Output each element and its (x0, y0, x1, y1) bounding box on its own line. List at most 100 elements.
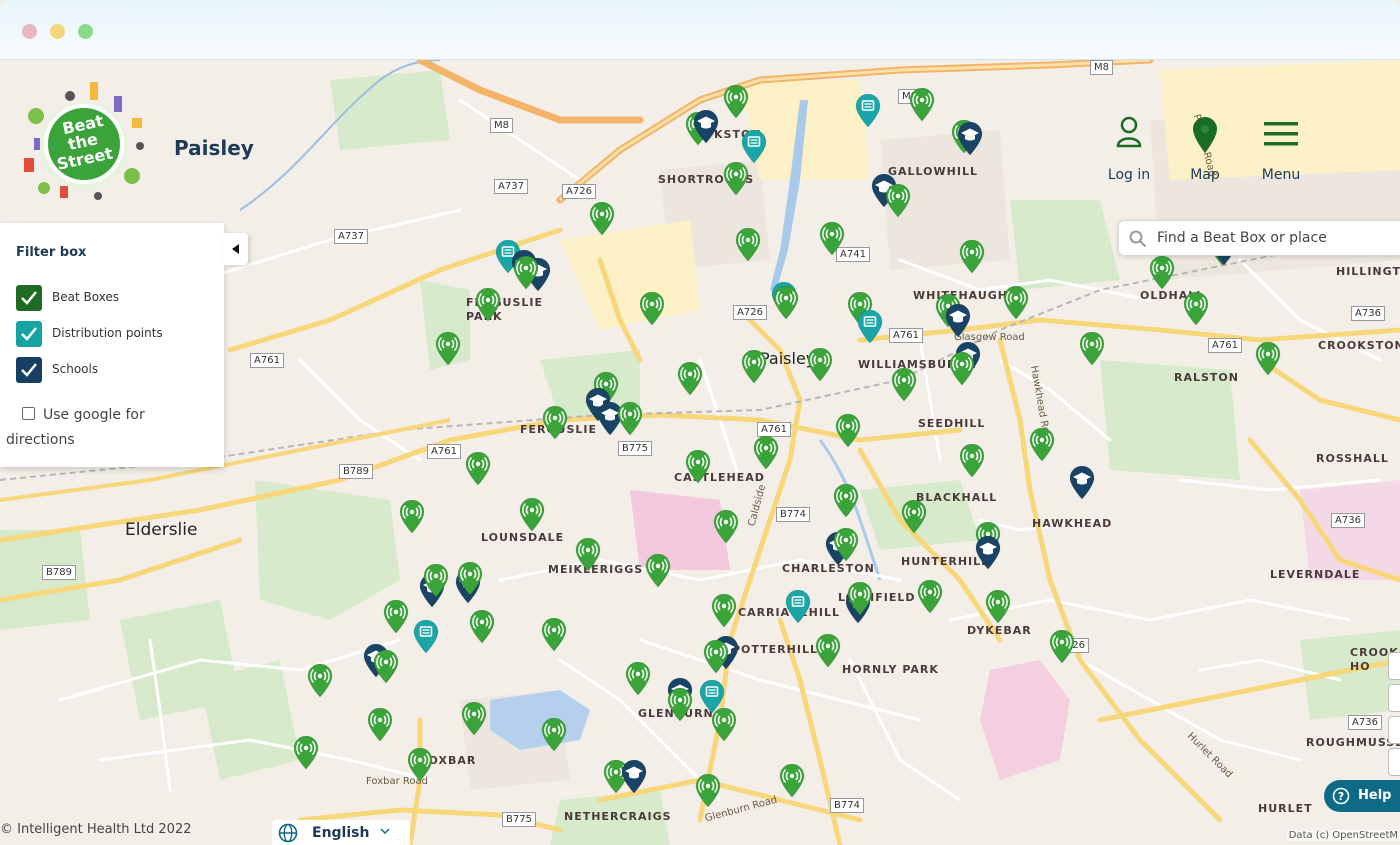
broadcast-icon (711, 594, 737, 628)
map-button[interactable]: Map (1170, 112, 1240, 187)
beat-box-marker[interactable] (779, 764, 805, 798)
beat-box-marker[interactable] (639, 292, 665, 326)
school-marker[interactable] (693, 110, 719, 144)
checkbox-beat-boxes[interactable] (16, 285, 42, 311)
beat-box-marker[interactable] (475, 288, 501, 322)
beat-box-marker[interactable] (909, 88, 935, 122)
compass-button[interactable] (1388, 748, 1400, 776)
tilt-button[interactable] (1388, 716, 1400, 744)
distribution-point-marker[interactable] (855, 94, 881, 128)
beat-box-marker[interactable] (617, 402, 643, 436)
beat-box-marker[interactable] (835, 414, 861, 448)
beat-box-marker[interactable] (575, 538, 601, 572)
beat-box-marker[interactable] (703, 640, 729, 674)
beat-box-marker[interactable] (677, 362, 703, 396)
beat-box-marker[interactable] (685, 450, 711, 484)
beat-box-marker[interactable] (589, 202, 615, 236)
beat-box-marker[interactable] (469, 610, 495, 644)
beat-box-marker[interactable] (373, 650, 399, 684)
close-window-button[interactable] (22, 24, 37, 39)
beat-box-marker[interactable] (773, 286, 799, 320)
checkbox-schools[interactable] (16, 357, 42, 383)
zoom-in-button[interactable] (1388, 652, 1400, 680)
help-button[interactable]: ? Help (1324, 780, 1400, 812)
beat-box-marker[interactable] (713, 510, 739, 544)
beat-box-marker[interactable] (423, 564, 449, 598)
menu-button[interactable]: Menu (1246, 112, 1316, 187)
map-attribution[interactable]: Data (c) OpenStreetM (1286, 830, 1400, 841)
beat-box-marker[interactable] (407, 748, 433, 782)
beat-box-marker[interactable] (1003, 286, 1029, 320)
beat-box-marker[interactable] (367, 708, 393, 742)
beat-box-marker[interactable] (985, 590, 1011, 624)
beat-box-marker[interactable] (461, 702, 487, 736)
beat-box-marker[interactable] (1079, 332, 1105, 366)
beat-box-marker[interactable] (1183, 292, 1209, 326)
beat-box-marker[interactable] (891, 368, 917, 402)
login-button[interactable]: Log in (1094, 112, 1164, 187)
distribution-point-marker[interactable] (741, 130, 767, 164)
beat-box-marker[interactable] (959, 444, 985, 478)
beat-box-marker[interactable] (833, 528, 859, 562)
google-directions-checkbox[interactable] (22, 407, 35, 420)
beat-box-marker[interactable] (1255, 342, 1281, 376)
distribution-point-marker[interactable] (413, 620, 439, 654)
beat-box-marker[interactable] (885, 184, 911, 218)
use-google-directions-option[interactable]: Use google for directions (6, 403, 206, 453)
beat-box-marker[interactable] (293, 736, 319, 770)
beat-box-marker[interactable] (457, 562, 483, 596)
beat-box-marker[interactable] (307, 664, 333, 698)
beat-box-marker[interactable] (847, 582, 873, 616)
beat-box-marker[interactable] (711, 708, 737, 742)
beat-box-marker[interactable] (695, 774, 721, 808)
minimize-window-button[interactable] (50, 24, 65, 39)
distribution-point-marker[interactable] (857, 310, 883, 344)
svg-text:?: ? (1338, 790, 1344, 803)
beat-box-marker[interactable] (723, 85, 749, 119)
beat-box-marker[interactable] (1049, 630, 1075, 664)
checkbox-distribution-points[interactable] (16, 321, 42, 347)
beat-box-marker[interactable] (753, 436, 779, 470)
place-search-input[interactable]: Find a Beat Box or place (1118, 220, 1400, 256)
beat-box-marker[interactable] (735, 228, 761, 262)
broadcast-icon (735, 228, 761, 262)
school-marker[interactable] (945, 304, 971, 338)
beat-box-marker[interactable] (815, 634, 841, 668)
beat-box-marker[interactable] (819, 222, 845, 256)
beat-box-marker[interactable] (541, 718, 567, 752)
school-marker[interactable] (975, 536, 1001, 570)
beat-box-marker[interactable] (542, 406, 568, 440)
beat-box-marker[interactable] (833, 484, 859, 518)
school-marker[interactable] (621, 760, 647, 794)
beat-box-marker[interactable] (625, 662, 651, 696)
copyright-text: © Intelligent Health Ltd 2022 (0, 822, 192, 837)
beat-box-marker[interactable] (667, 688, 693, 722)
language-selector[interactable]: English (272, 820, 410, 845)
beat-box-marker[interactable] (959, 240, 985, 274)
beat-box-marker[interactable] (399, 500, 425, 534)
beat-box-marker[interactable] (1149, 256, 1175, 290)
beat-the-street-logo[interactable]: Beat the Street (14, 78, 154, 208)
maximize-window-button[interactable] (78, 24, 93, 39)
beat-box-marker[interactable] (541, 618, 567, 652)
beat-box-marker[interactable] (917, 580, 943, 614)
school-marker[interactable] (1069, 466, 1095, 500)
beat-box-marker[interactable] (383, 600, 409, 634)
map-label-area: HORNLY PARK (842, 663, 939, 676)
beat-box-marker[interactable] (465, 452, 491, 486)
beat-box-marker[interactable] (741, 350, 767, 384)
beat-box-marker[interactable] (645, 554, 671, 588)
collapse-filter-button[interactable] (224, 233, 248, 265)
beat-box-marker[interactable] (519, 498, 545, 532)
beat-box-marker[interactable] (723, 162, 749, 196)
beat-box-marker[interactable] (1029, 428, 1055, 462)
beat-box-marker[interactable] (807, 348, 833, 382)
beat-box-marker[interactable] (949, 352, 975, 386)
beat-box-marker[interactable] (435, 332, 461, 366)
beat-box-marker[interactable] (901, 500, 927, 534)
school-marker[interactable] (957, 122, 983, 156)
beat-box-marker[interactable] (513, 256, 539, 290)
distribution-point-marker[interactable] (785, 590, 811, 624)
beat-box-marker[interactable] (711, 594, 737, 628)
zoom-out-button[interactable] (1388, 684, 1400, 712)
